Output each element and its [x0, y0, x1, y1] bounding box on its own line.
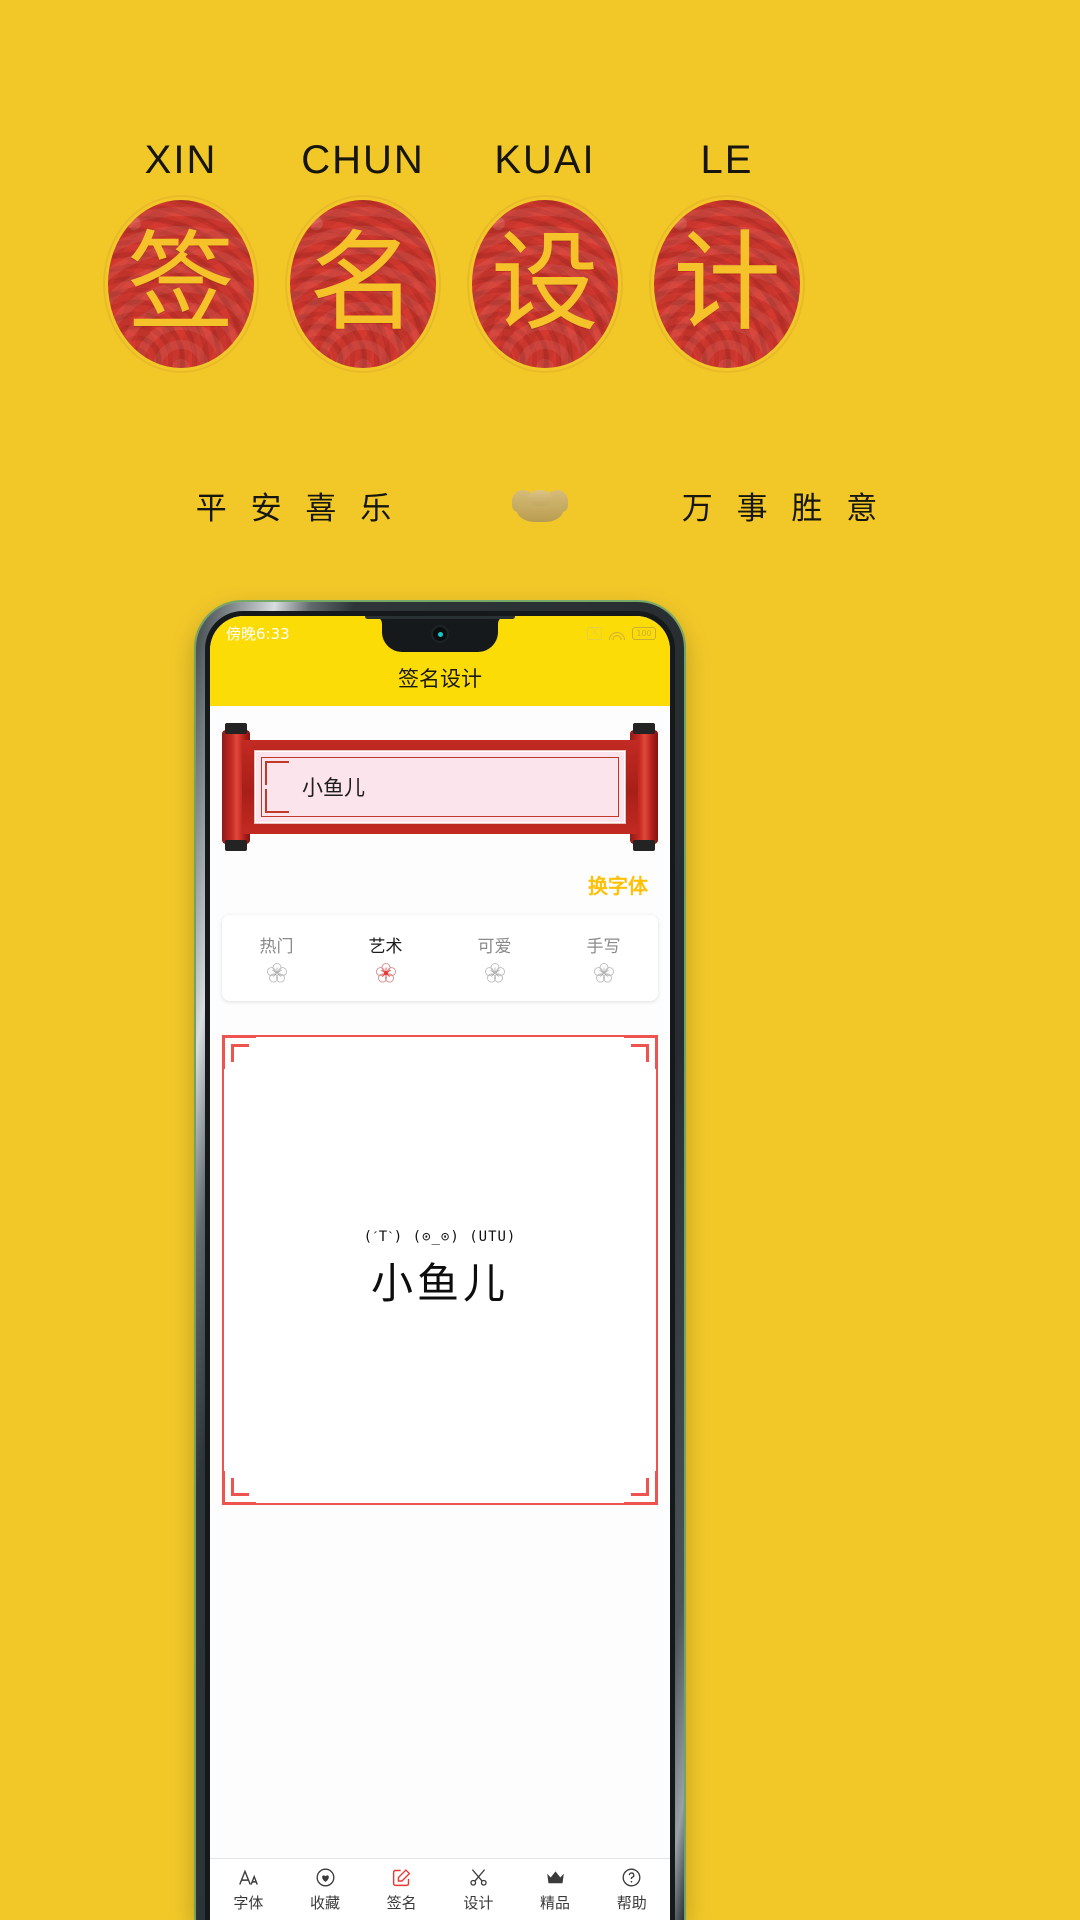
- app-content: 小鱼儿 换字体 热门 艺术 可爱 手写 (ˊTˋ) (⊙_⊙) (UTU) 小鱼…: [210, 706, 670, 1858]
- wish-left: 平 安 喜 乐: [195, 490, 399, 527]
- plum-blossom-icon: [266, 962, 288, 984]
- wifi-icon: [609, 627, 625, 640]
- app-bar: 签名设计: [210, 650, 670, 706]
- font-size-icon: [237, 1867, 259, 1889]
- nav-item-signature[interactable]: 签名: [363, 1867, 440, 1913]
- pinyin-xin: XIN: [144, 138, 218, 182]
- wish-row: 平 安 喜 乐 万 事 胜 意: [0, 478, 1080, 532]
- name-input[interactable]: 小鱼儿: [302, 772, 365, 802]
- scissors-icon: [467, 1867, 489, 1889]
- tab-handwriting-label: 手写: [586, 937, 621, 957]
- corner-inner-tl: [231, 1044, 249, 1062]
- nav-item-design[interactable]: 设计: [440, 1867, 517, 1913]
- status-icons: X 100: [587, 626, 656, 640]
- pinyin-chun: CHUN: [301, 138, 425, 182]
- phone-bezel: 傍晚6:33 X 100 签名设计 小鱼儿 换字体 热门 艺术 可爱 手写 (ˊ…: [205, 611, 675, 1920]
- preview-content: (ˊTˋ) (⊙_⊙) (UTU) 小鱼儿: [224, 1229, 656, 1311]
- pencil-square-icon: [391, 1867, 413, 1889]
- tab-handwriting[interactable]: 手写: [549, 932, 658, 984]
- heart-circle-icon: [314, 1867, 336, 1889]
- plum-blossom-icon: [484, 962, 506, 984]
- corner-inner-bl: [231, 1478, 249, 1496]
- status-time: 傍晚6:33: [226, 624, 290, 643]
- front-camera-icon: [431, 625, 449, 643]
- seal-wrap-2: 名: [272, 198, 454, 370]
- wish-right: 万 事 胜 意: [681, 490, 885, 527]
- seal-row: 签 名 设 计: [90, 198, 990, 370]
- seal-wrap-1: 签: [90, 198, 272, 370]
- pinyin-le: LE: [700, 138, 754, 182]
- nav-item-font[interactable]: 字体: [210, 1867, 287, 1913]
- crown-icon: [544, 1867, 566, 1889]
- nav-item-premium[interactable]: 精品: [517, 1867, 594, 1913]
- phone-mockup: 傍晚6:33 X 100 签名设计 小鱼儿 换字体 热门 艺术 可爱 手写 (ˊ…: [196, 602, 684, 1920]
- name-scroll-banner: 小鱼儿: [222, 723, 658, 851]
- x-signal-icon: X: [587, 626, 602, 640]
- corner-inner-br: [631, 1478, 649, 1496]
- signature-preview-card[interactable]: (ˊTˋ) (⊙_⊙) (UTU) 小鱼儿: [222, 1035, 658, 1505]
- seal-wrap-4: 计: [636, 198, 818, 370]
- tab-art-label: 艺术: [368, 937, 403, 957]
- nav-item-signature-label: 签名: [386, 1893, 417, 1912]
- nav-item-favorites[interactable]: 收藏: [287, 1867, 364, 1913]
- seal-char-she: 设: [490, 221, 599, 346]
- tab-hot-label: 热门: [259, 937, 294, 957]
- pinyin-kuai: KUAI: [494, 138, 596, 182]
- seal-char-ji: 计: [672, 221, 781, 346]
- kaomoji-decoration: (ˊTˋ) (⊙_⊙) (UTU): [363, 1229, 517, 1245]
- question-circle-icon: [621, 1867, 643, 1889]
- poster-header: XIN CHUN KUAI LE 签 名 设 计 平 安 喜 乐 万 事 胜 意: [0, 0, 1080, 600]
- seal-stamp-she: 设: [472, 200, 618, 368]
- nav-item-premium-label: 精品: [540, 1893, 571, 1912]
- bottom-navigation: 字体 收藏 签名 设计 精品 帮助: [210, 1858, 670, 1920]
- tab-art[interactable]: 艺术: [331, 932, 440, 984]
- corner-inner-tr: [631, 1044, 649, 1062]
- change-font-button[interactable]: 换字体: [588, 870, 648, 899]
- tab-cute[interactable]: 可爱: [440, 932, 549, 984]
- nav-item-help[interactable]: 帮助: [593, 1867, 670, 1913]
- seal-stamp-qian: 签: [108, 200, 254, 368]
- seal-char-ming: 名: [308, 221, 417, 346]
- change-font-row: 换字体: [210, 848, 670, 899]
- nav-item-font-label: 字体: [233, 1893, 264, 1912]
- seal-char-qian: 签: [126, 221, 235, 346]
- seal-wrap-3: 设: [454, 198, 636, 370]
- plum-blossom-icon: [375, 962, 397, 984]
- tab-cute-label: 可爱: [477, 937, 512, 957]
- earpiece-speaker: [365, 616, 515, 619]
- tab-hot[interactable]: 热门: [222, 932, 331, 984]
- scroll-body: 小鱼儿: [242, 740, 638, 834]
- gold-ingot-icon: [512, 488, 568, 522]
- phone-screen: 傍晚6:33 X 100 签名设计 小鱼儿 换字体 热门 艺术 可爱 手写 (ˊ…: [210, 616, 670, 1920]
- nav-item-help-label: 帮助: [616, 1893, 647, 1912]
- nav-item-favorites-label: 收藏: [310, 1893, 341, 1912]
- battery-icon: 100: [632, 626, 656, 640]
- seal-stamp-ming: 名: [290, 200, 436, 368]
- name-input-area[interactable]: 小鱼儿: [255, 751, 625, 823]
- page-title: 签名设计: [398, 667, 482, 691]
- signature-text: 小鱼儿: [370, 1259, 509, 1308]
- seal-stamp-ji: 计: [654, 200, 800, 368]
- nav-item-design-label: 设计: [463, 1893, 494, 1912]
- pinyin-row: XIN CHUN KUAI LE: [90, 138, 990, 194]
- font-category-tabs: 热门 艺术 可爱 手写: [222, 915, 658, 1001]
- plum-blossom-icon: [593, 962, 615, 984]
